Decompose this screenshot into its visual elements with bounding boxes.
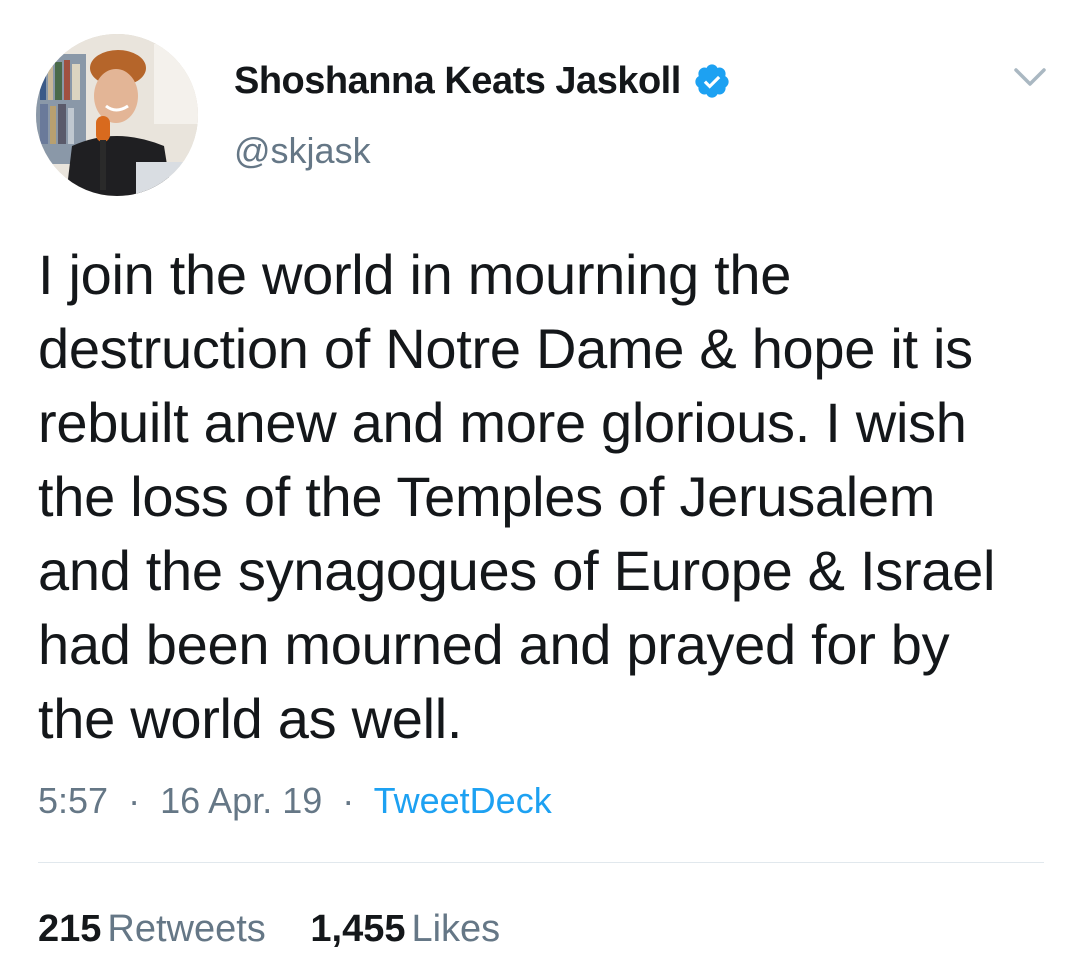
tweet-meta: 5:57 · 16 Apr. 19 · TweetDeck <box>38 780 552 822</box>
author-handle[interactable]: @skjask <box>234 130 371 172</box>
likes-stat[interactable]: 1,455 Likes <box>310 908 500 951</box>
avatar-image <box>36 34 198 196</box>
divider <box>38 862 1044 863</box>
tweet-time[interactable]: 5:57 <box>38 780 108 821</box>
meta-separator: · <box>128 780 141 821</box>
likes-label: Likes <box>411 908 501 950</box>
tweet-date[interactable]: 16 Apr. 19 <box>160 780 322 821</box>
avatar[interactable] <box>36 34 198 196</box>
author-name-row[interactable]: Shoshanna Keats Jaskoll <box>234 58 731 104</box>
tweet-text: I join the world in mourning the destruc… <box>38 243 996 750</box>
author-display-name[interactable]: Shoshanna Keats Jaskoll <box>234 60 681 103</box>
tweet-card: Shoshanna Keats Jaskoll @skjask I join t… <box>0 0 1080 977</box>
retweets-stat[interactable]: 215 Retweets <box>38 908 266 951</box>
likes-count: 1,455 <box>310 908 406 950</box>
meta-separator: · <box>342 780 355 821</box>
chevron-down-icon[interactable] <box>1010 62 1050 92</box>
tweet-source-link[interactable]: TweetDeck <box>374 780 552 821</box>
retweets-count: 215 <box>38 908 102 950</box>
retweets-label: Retweets <box>107 908 266 950</box>
verified-badge-icon <box>693 62 731 100</box>
tweet-stats: 215 Retweets 1,455 Likes <box>38 908 534 951</box>
